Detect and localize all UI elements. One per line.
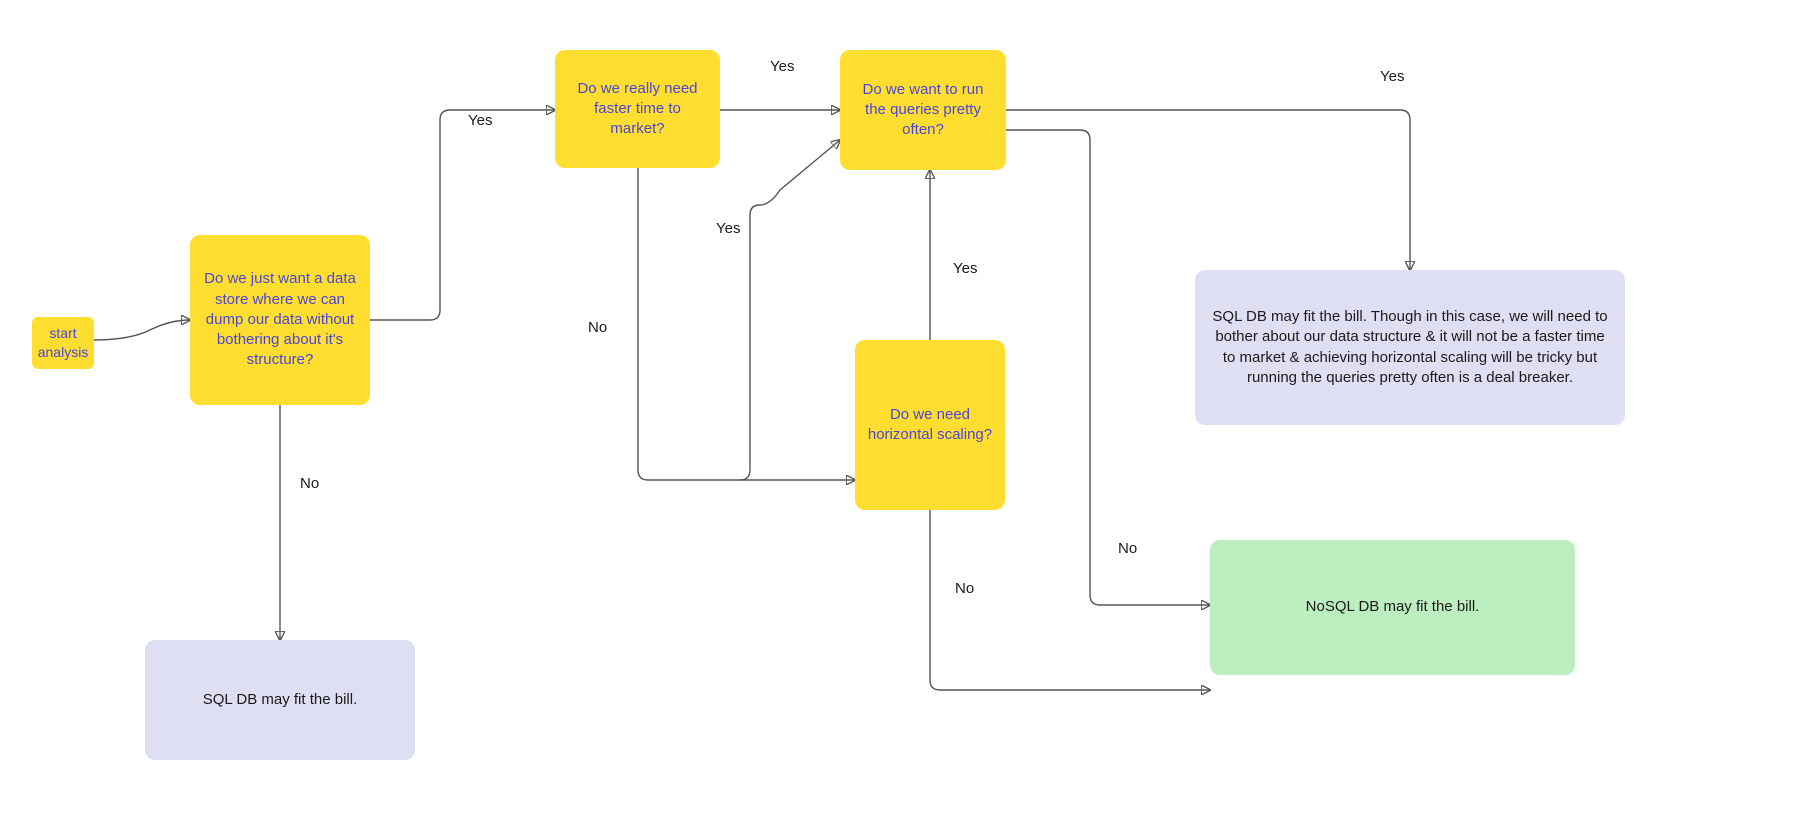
label-scaling-yes-mid: Yes xyxy=(953,260,977,277)
node-dump-text: Do we just want a data store where we ca… xyxy=(202,269,358,370)
node-faster-question: Do we really need faster time to market? xyxy=(555,50,720,168)
label-queries-no: No xyxy=(1118,540,1137,557)
node-start: start analysis xyxy=(32,317,94,369)
label-scaling-no: No xyxy=(955,580,974,597)
node-nosql-text: NoSQL DB may fit the bill. xyxy=(1306,597,1480,617)
node-queries-question: Do we want to run the queries pretty oft… xyxy=(840,50,1006,170)
label-scaling-yes-top: Yes xyxy=(716,220,740,237)
label-faster-no: No xyxy=(588,319,607,336)
node-sql-simple-text: SQL DB may fit the bill. xyxy=(203,690,358,710)
node-sql-long: SQL DB may fit the bill. Though in this … xyxy=(1195,270,1625,425)
node-sql-simple: SQL DB may fit the bill. xyxy=(145,640,415,760)
node-start-text: start analysis xyxy=(38,324,89,362)
label-faster-yes: Yes xyxy=(770,58,794,75)
node-nosql: NoSQL DB may fit the bill. xyxy=(1210,540,1575,675)
label-dump-no: No xyxy=(300,475,319,492)
label-dump-yes: Yes xyxy=(468,112,492,129)
node-faster-text: Do we really need faster time to market? xyxy=(567,79,708,140)
label-queries-yes: Yes xyxy=(1380,68,1404,85)
node-scaling-question: Do we need horizontal scaling? xyxy=(855,340,1005,510)
node-queries-text: Do we want to run the queries pretty oft… xyxy=(852,80,994,141)
node-scaling-text: Do we need horizontal scaling? xyxy=(867,405,993,446)
node-sql-long-text: SQL DB may fit the bill. Though in this … xyxy=(1211,307,1609,388)
node-dump-question: Do we just want a data store where we ca… xyxy=(190,235,370,405)
